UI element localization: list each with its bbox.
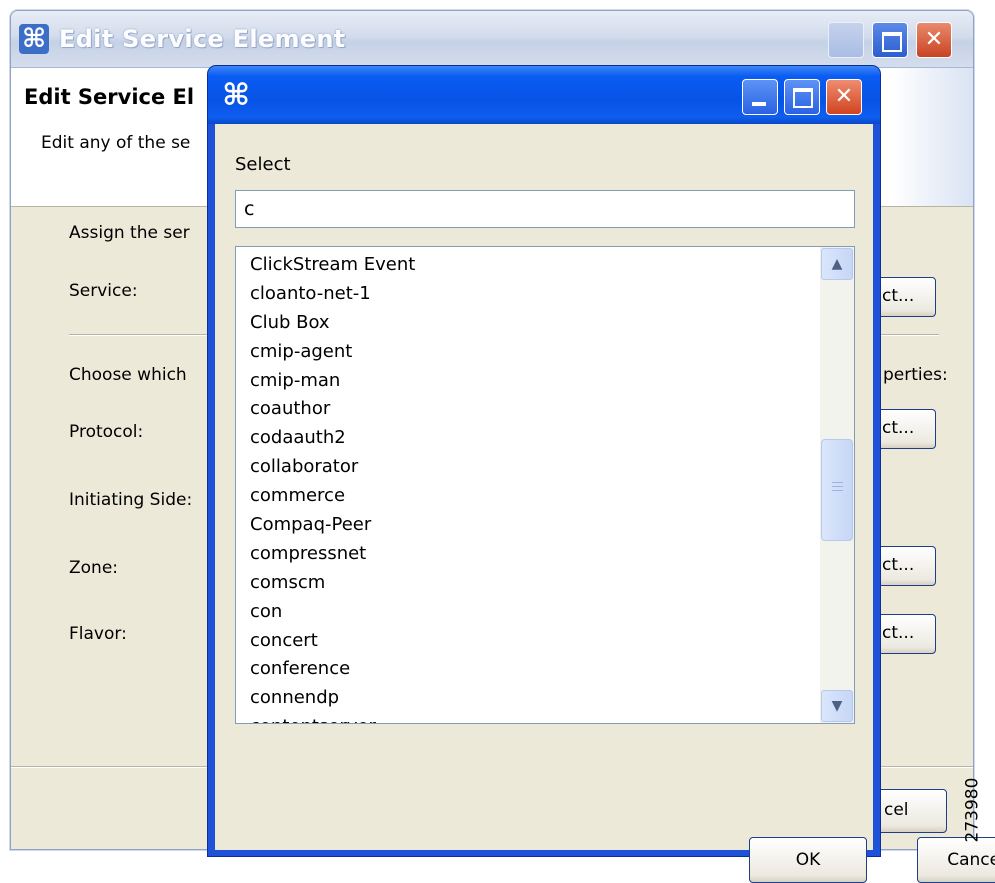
zone-select-label: ct... — [882, 555, 915, 575]
protocol-label: Protocol: — [69, 422, 144, 442]
list-item[interactable]: cmip-agent — [250, 338, 810, 367]
dialog-body: Select ClickStream Eventcloanto-net-1Clu… — [215, 124, 995, 883]
flavor-label: Flavor: — [69, 624, 127, 644]
minimize-icon — [752, 102, 766, 106]
maximize-icon — [882, 32, 902, 52]
service-label: Service: — [69, 281, 138, 301]
figure-id-text: 273980 — [962, 777, 983, 843]
back-window-title: Edit Service Element — [59, 25, 346, 53]
choose-label: Choose which — [69, 365, 187, 385]
back-cancel-label: cel — [884, 800, 909, 820]
app-icon: ⌘ — [19, 24, 49, 54]
dialog-titlebar[interactable] — [208, 66, 880, 124]
list-item[interactable]: codaauth2 — [250, 424, 810, 453]
list-item[interactable]: concert — [250, 627, 810, 656]
list-items: ClickStream Event cloanto-net-1 Club Box cm… — [250, 251, 810, 723]
maximize-icon — [793, 88, 813, 108]
list-item[interactable]: cloanto-net-1 — [250, 280, 810, 309]
back-maximize-button[interactable] — [872, 22, 908, 58]
list-item[interactable]: compressnet — [250, 540, 810, 569]
list-item[interactable]: con — [250, 598, 810, 627]
assign-label: Assign the ser — [69, 223, 190, 243]
list-item[interactable]: commerce — [250, 482, 810, 511]
back-header-shade — [891, 68, 973, 206]
dialog-maximize-button[interactable] — [784, 79, 820, 115]
back-minimize-button[interactable] — [828, 22, 864, 58]
back-close-button[interactable]: ✕ — [916, 22, 952, 58]
dialog-close-button[interactable]: ✕ — [826, 79, 862, 115]
item-list[interactable]: ClickStream Event cloanto-net-1 Club Box cm… — [235, 246, 855, 724]
dialog-minimize-button[interactable] — [742, 79, 778, 115]
back-header-description: Edit any of the se — [41, 133, 191, 153]
list-item[interactable]: cmip-man — [250, 367, 810, 396]
select-label: Select — [235, 154, 291, 175]
scroll-thumb-grip — [832, 482, 843, 484]
service-select-label: ct... — [882, 286, 915, 306]
close-icon: ✕ — [834, 84, 854, 109]
initiating-side-label: Initiating Side: — [69, 490, 193, 510]
search-input[interactable] — [235, 190, 855, 228]
list-item[interactable]: comscm — [250, 569, 810, 598]
list-item[interactable]: Compaq-Peer — [250, 511, 810, 540]
list-item[interactable]: coauthor — [250, 395, 810, 424]
scroll-up-button[interactable]: ▲ — [821, 248, 853, 280]
scroll-thumb-grip — [832, 486, 843, 488]
scroll-down-button[interactable]: ▼ — [821, 690, 853, 722]
protocol-select-label: ct... — [882, 418, 915, 438]
ok-button[interactable]: OK — [749, 837, 867, 883]
back-header-title: Edit Service El — [24, 85, 195, 109]
list-item[interactable]: connendp — [250, 684, 810, 713]
app-icon: ⌘ — [222, 78, 250, 113]
list-item[interactable]: conference — [250, 655, 810, 684]
properties-label: perties: — [883, 365, 948, 385]
scroll-thumb[interactable] — [821, 439, 853, 541]
scroll-down-icon: ▼ — [831, 698, 843, 714]
close-icon: ✕ — [924, 27, 944, 52]
scroll-thumb-grip — [832, 490, 843, 492]
vertical-scrollbar[interactable]: ▲ ▼ — [820, 247, 854, 723]
figure-id: 273980 — [962, 770, 994, 854]
zone-label: Zone: — [69, 558, 119, 578]
list-item[interactable]: collaborator — [250, 453, 810, 482]
scroll-up-icon: ▲ — [831, 256, 843, 272]
list-item[interactable]: contentserver — [250, 713, 810, 723]
list-item[interactable]: ClickStream Event — [250, 251, 810, 280]
flavor-select-label: ct... — [882, 623, 915, 643]
select-dialog: ⌘ ✕ Select ClickStream Eventcloanto-net-… — [208, 66, 995, 883]
list-item[interactable]: Club Box — [250, 309, 810, 338]
ok-button-label: OK — [795, 850, 821, 870]
